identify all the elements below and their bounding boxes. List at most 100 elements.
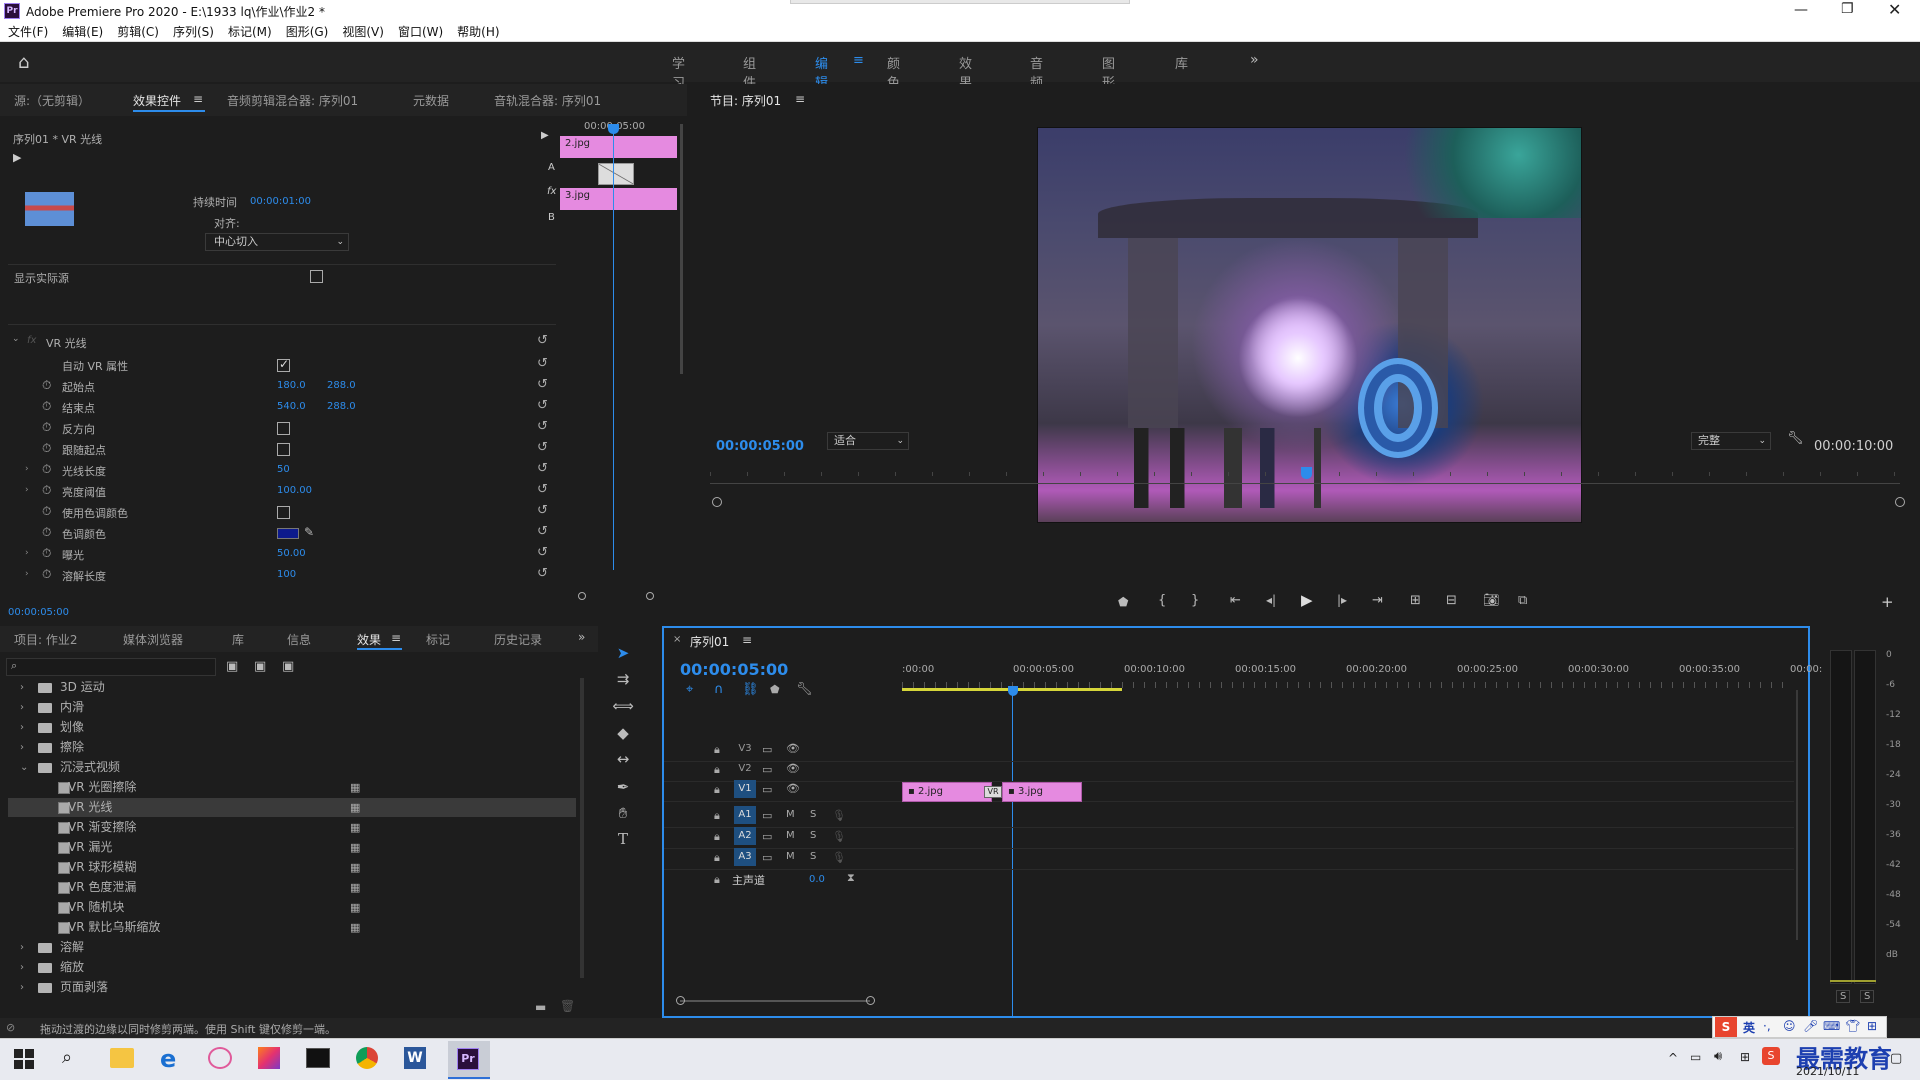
property-checkbox[interactable] xyxy=(277,443,290,456)
effects-tree-item[interactable]: ▦ VR 默比乌斯缩放 xyxy=(8,918,576,937)
track-select-tool-icon[interactable]: ⇉ xyxy=(611,668,635,690)
mini-scroll-left[interactable] xyxy=(578,592,586,600)
search-icon[interactable]: ⌕ xyxy=(62,1047,72,1068)
effects-tree-item[interactable]: ⌄ 沉浸式视频 xyxy=(8,758,576,777)
timeline-settings-icon[interactable]: 🔧︎ xyxy=(796,682,813,697)
linked-selection-icon[interactable]: ⛓︎ xyxy=(742,682,759,697)
chevron-right-icon[interactable]: › xyxy=(20,698,24,717)
accelerated-effects-icon[interactable]: ▣ xyxy=(226,659,238,674)
new-bin-icon[interactable]: ▬ xyxy=(535,1000,546,1014)
ime-icon[interactable]: ⊞ xyxy=(1740,1050,1750,1064)
tab-source[interactable]: 源:（无剪辑） xyxy=(14,92,90,109)
effect-fx-badge[interactable]: fx xyxy=(27,335,36,346)
windows-start-icon[interactable] xyxy=(14,1049,34,1069)
property-value-y[interactable]: 288.0 xyxy=(327,380,356,391)
menu-item[interactable]: 图形(G) xyxy=(286,22,329,42)
solo-button[interactable]: S xyxy=(810,809,816,820)
reset-icon[interactable]: ↺ xyxy=(537,398,548,413)
more-workspaces-icon[interactable]: » xyxy=(1250,52,1259,68)
effects-tree-item[interactable]: ▦ VR 渐变擦除 xyxy=(8,818,576,837)
program-playhead[interactable] xyxy=(1301,467,1312,479)
comparison-view-icon[interactable]: ⧉ xyxy=(1518,593,1527,608)
type-tool-icon[interactable]: T xyxy=(611,828,635,850)
quality-dropdown[interactable]: 完整 ⌄ xyxy=(1691,432,1771,450)
master-value[interactable]: 0.0 xyxy=(809,874,825,885)
mini-playhead[interactable] xyxy=(613,128,614,570)
maximize-button[interactable]: ❐ xyxy=(1841,1,1854,17)
32bit-effects-icon[interactable]: ▣ xyxy=(254,659,266,674)
ime-skin-icon[interactable]: 👕︎ xyxy=(1845,1019,1860,1033)
sync-lock-icon[interactable]: ▭ xyxy=(762,809,772,822)
expand-chevron-icon[interactable]: › xyxy=(25,569,29,579)
sync-lock-icon[interactable]: ▭ xyxy=(762,783,772,796)
chrome-icon[interactable] xyxy=(356,1047,378,1069)
snap-icon[interactable]: ∩ xyxy=(714,682,724,697)
effect-expand-icon[interactable]: ⌄ xyxy=(12,334,20,344)
effects-tree-item[interactable]: ▦ VR 漏光 xyxy=(8,838,576,857)
extract-icon[interactable]: ⊟ xyxy=(1446,593,1457,608)
timeline-timecode[interactable]: 00:00:05:00 xyxy=(680,660,788,679)
expand-chevron-icon[interactable]: › xyxy=(25,485,29,495)
property-checkbox[interactable] xyxy=(277,357,290,372)
chevron-down-icon[interactable]: ⌄ xyxy=(20,758,28,777)
word-icon[interactable]: W xyxy=(404,1047,426,1069)
delete-icon[interactable]: 🗑︎ xyxy=(560,999,575,1013)
chevron-right-icon[interactable]: › xyxy=(20,938,24,957)
mini-scroll-right[interactable] xyxy=(646,592,654,600)
voiceover-mic-icon[interactable]: 🎙︎ xyxy=(832,809,846,822)
solo-button[interactable]: S xyxy=(810,851,816,862)
razor-tool-icon[interactable]: ◆ xyxy=(611,722,635,744)
project-tab[interactable]: 项目: 作业2 xyxy=(14,631,78,648)
reset-icon[interactable]: ↺ xyxy=(537,566,548,581)
menu-item[interactable]: 文件(F) xyxy=(8,22,48,42)
effects-tab-menu-icon[interactable]: ≡ xyxy=(391,631,401,645)
duration-value[interactable]: 00:00:01:00 xyxy=(250,196,311,207)
mute-button[interactable]: M xyxy=(786,830,795,841)
mark-out-icon[interactable]: } xyxy=(1191,593,1199,608)
property-value[interactable]: 100.00 xyxy=(277,485,312,496)
effects-tree-item[interactable]: ▦ VR 球形模糊 xyxy=(8,858,576,877)
menu-item[interactable]: 剪辑(C) xyxy=(117,22,159,42)
project-tab[interactable]: 媒体浏览器 xyxy=(123,631,183,648)
header-arrow-icon[interactable]: ▶ xyxy=(541,130,549,141)
play-icon[interactable]: ▶ xyxy=(1301,591,1313,609)
reset-icon[interactable]: ↺ xyxy=(537,440,548,455)
property-checkbox[interactable] xyxy=(277,506,290,519)
property-value[interactable]: 540.0 xyxy=(277,401,306,412)
nest-icon[interactable]: ⌖ xyxy=(686,682,693,697)
reset-icon[interactable]: ↺ xyxy=(537,356,548,371)
paint-icon[interactable] xyxy=(208,1047,232,1069)
reset-icon[interactable]: ↺ xyxy=(537,461,548,476)
ime-emoji-icon[interactable]: ☺ xyxy=(1783,1019,1796,1033)
project-tabs-more-icon[interactable]: » xyxy=(578,630,585,644)
clip-3jpg[interactable]: ▪ 3.jpg xyxy=(1002,782,1082,802)
menu-item[interactable]: 编辑(E) xyxy=(62,22,103,42)
lock-icon[interactable]: 🔒︎ xyxy=(714,809,720,823)
wrench-icon[interactable]: 🔧︎ xyxy=(1787,431,1804,446)
ime-grid-icon[interactable]: ⊞ xyxy=(1867,1019,1877,1033)
project-tab[interactable]: 效果 xyxy=(357,631,381,648)
workspace-tab[interactable]: 库 xyxy=(1175,53,1188,72)
effects-tree-item[interactable]: › 划像 xyxy=(8,718,576,737)
stopwatch-icon[interactable]: ⏱︎ xyxy=(42,525,51,540)
project-tab[interactable]: 信息 xyxy=(287,631,311,648)
property-value[interactable]: 100 xyxy=(277,569,296,580)
eyedropper-icon[interactable]: ✎ xyxy=(304,525,314,539)
lock-icon[interactable]: 🔒︎ xyxy=(714,851,720,865)
step-back-icon[interactable]: ◂| xyxy=(1266,593,1276,607)
sync-lock-icon[interactable]: ▭ xyxy=(762,763,772,776)
add-marker-icon[interactable]: ⬟ xyxy=(1118,595,1128,609)
hscroll-right-handle[interactable] xyxy=(866,996,875,1005)
add-button-icon[interactable]: + xyxy=(1881,593,1894,611)
mini-playhead-handle[interactable] xyxy=(608,124,619,134)
mark-in-icon[interactable]: { xyxy=(1158,593,1166,608)
eye-icon[interactable]: 👁︎ xyxy=(786,762,800,775)
home-icon[interactable]: ⌂ xyxy=(18,52,29,73)
lock-icon[interactable]: 🔒︎ xyxy=(714,763,720,777)
effects-tree-item[interactable]: ▦ VR 随机块 xyxy=(8,898,576,917)
meter-solo-left[interactable]: S xyxy=(1836,990,1851,1003)
jetbrains-icon[interactable] xyxy=(258,1047,280,1069)
effects-tree-item[interactable]: ▦ VR 色度泄漏 xyxy=(8,878,576,897)
menu-item[interactable]: 视图(V) xyxy=(342,22,384,42)
ime-keyboard-icon[interactable]: ⌨ xyxy=(1823,1019,1840,1033)
